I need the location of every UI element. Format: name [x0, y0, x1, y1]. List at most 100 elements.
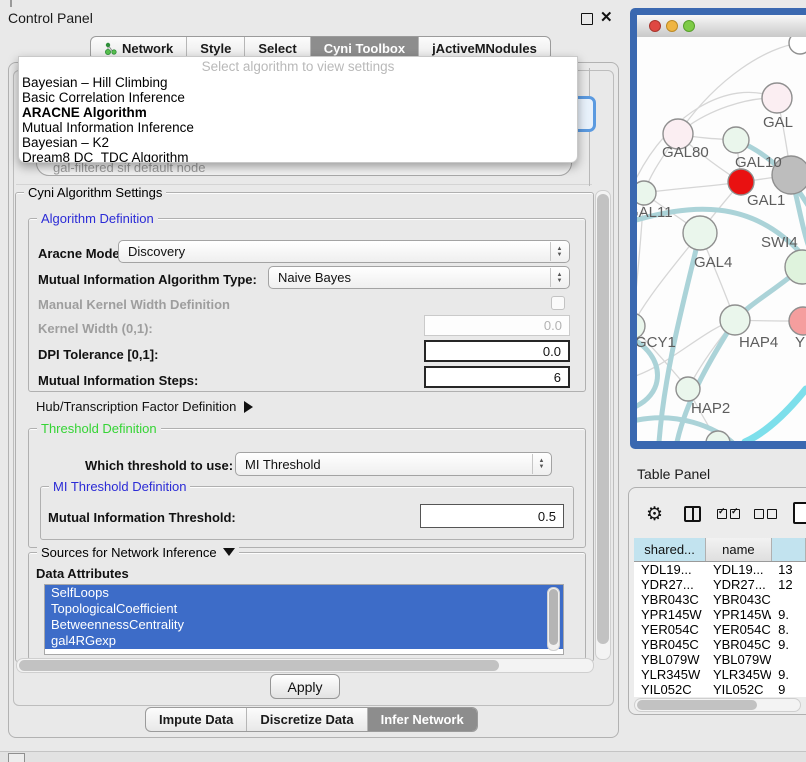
network-node-gal10[interactable] — [723, 127, 749, 153]
table-cell: YPR145W — [706, 607, 771, 622]
network-node-gal4[interactable] — [683, 216, 717, 250]
which-threshold-select[interactable]: MI Threshold ▲▼ — [235, 452, 552, 476]
gear-icon[interactable]: ⚙ — [646, 503, 663, 526]
table-row[interactable]: YDL19...YDL19...13 — [634, 562, 806, 577]
dpi-tolerance-label: DPI Tolerance [0,1]: — [38, 347, 158, 362]
network-edge[interactable] — [644, 182, 741, 193]
node-label: GAL80 — [662, 144, 709, 161]
algorithm-option[interactable]: Dream8 DC_TDC Algorithm — [19, 150, 577, 163]
apply-button[interactable]: Apply — [270, 674, 340, 699]
attribute-item[interactable]: gal4RGexp — [45, 633, 563, 649]
table-cell — [771, 592, 806, 607]
network-node-gal[interactable] — [762, 83, 792, 113]
table-row[interactable]: YIL052CYIL052C9 — [634, 682, 806, 697]
node-label: GAL4 — [694, 254, 732, 271]
table-cell: 12 — [771, 577, 806, 592]
node-label: HAP2 — [691, 400, 730, 417]
node-label: GAL1 — [747, 192, 785, 209]
table-cell: YDL19... — [634, 562, 706, 577]
screen: Control Panel ✕ NetworkStyleSelectCyni T… — [0, 0, 806, 762]
network-node-y[interactable] — [789, 307, 806, 335]
bottom-strip — [0, 751, 806, 762]
tab-impute-data[interactable]: Impute Data — [146, 708, 246, 731]
list-vscrollbar[interactable] — [547, 587, 560, 651]
unchecked-pair-icon[interactable] — [754, 509, 777, 519]
network-node-hap2[interactable] — [676, 377, 700, 401]
mi-threshold-definition-title: MI Threshold Definition — [49, 479, 190, 494]
stepper-icon: ▲▼ — [532, 454, 550, 474]
algorithm-option[interactable]: ARACNE Algorithm — [19, 105, 577, 120]
attribute-item[interactable]: BetweennessCentrality — [45, 617, 563, 633]
checked-pair-icon[interactable] — [717, 509, 740, 519]
table-cell: YDR27... — [634, 577, 706, 592]
minimize-traffic-light[interactable] — [666, 20, 678, 32]
hub-definition-expander[interactable]: Hub/Transcription Factor Definition — [36, 399, 253, 414]
table-cell: YER054C — [634, 622, 706, 637]
table-row[interactable]: YPR145WYPR145W9. — [634, 607, 806, 622]
node-table: shared...name YDL19...YDL19...13YDR27...… — [634, 538, 806, 697]
column-header[interactable] — [772, 538, 806, 561]
table-row[interactable]: YLR345WYLR345W9. — [634, 667, 806, 682]
columns-icon[interactable] — [684, 506, 701, 522]
table-cell: 13 — [771, 562, 806, 577]
kernel-width-field[interactable]: 0.0 — [424, 315, 570, 336]
node-label: SWI4 — [761, 234, 798, 251]
table-cell: YBR045C — [634, 637, 706, 652]
sources-title[interactable]: Sources for Network Inference — [37, 545, 239, 560]
table-cell: YLR345W — [634, 667, 706, 682]
network-node[interactable] — [789, 37, 806, 54]
mi-type-select[interactable]: Naive Bayes ▲▼ — [268, 266, 570, 289]
zoom-traffic-light[interactable] — [683, 20, 695, 32]
table-row[interactable]: YBR043CYBR043C — [634, 592, 806, 607]
table-cell: 9 — [771, 682, 806, 697]
attribute-item[interactable]: TopologicalCoefficient — [45, 601, 563, 617]
network-window-titlebar[interactable] — [637, 15, 806, 38]
network-edge[interactable] — [745, 389, 806, 441]
table-cell — [771, 652, 806, 667]
close-traffic-light[interactable] — [649, 20, 661, 32]
table-row[interactable]: YDR27...YDR27...12 — [634, 577, 806, 592]
node-label: Y — [795, 334, 805, 351]
data-attributes-list[interactable]: SelfLoopsTopologicalCoefficientBetweenne… — [44, 584, 564, 655]
float-window-icon[interactable] — [581, 13, 593, 25]
table-cell: YER054C — [706, 622, 771, 637]
network-node[interactable] — [706, 431, 730, 441]
settings-vscrollbar[interactable] — [595, 190, 611, 660]
aracne-mode-select[interactable]: Discovery ▲▼ — [118, 240, 570, 263]
algorithm-option[interactable]: Basic Correlation Inference — [19, 90, 577, 105]
column-header[interactable]: name — [706, 538, 771, 561]
table-row[interactable]: YER054CYER054C8. — [634, 622, 806, 637]
table-row[interactable]: YBR045CYBR045C9. — [634, 637, 806, 652]
minimized-panel-icon[interactable] — [8, 753, 25, 762]
table-cell: YDR27... — [706, 577, 771, 592]
group-title: Cyni Algorithm Settings — [24, 185, 166, 200]
threshold-definition-title: Threshold Definition — [37, 421, 161, 436]
table-cell: 9. — [771, 637, 806, 652]
table-cell: YBR045C — [706, 637, 771, 652]
which-threshold-label: Which threshold to use: — [85, 458, 233, 473]
attribute-item[interactable]: SelfLoops — [45, 585, 563, 601]
algorithm-definition-title: Algorithm Definition — [37, 211, 158, 226]
table-hscrollbar[interactable] — [634, 698, 801, 712]
network-node-hap4[interactable] — [720, 305, 750, 335]
column-header[interactable]: shared... — [634, 538, 706, 561]
table-cell: YBL079W — [706, 652, 771, 667]
table-cell: YBL079W — [634, 652, 706, 667]
dpi-tolerance-field[interactable]: 0.0 — [424, 340, 570, 362]
tab-infer-network[interactable]: Infer Network — [367, 708, 477, 731]
panel-title: Control Panel — [8, 10, 93, 26]
mi-steps-label: Mutual Information Steps: — [38, 373, 198, 388]
close-icon[interactable]: ✕ — [600, 8, 613, 26]
network-view[interactable]: GALGAL80GAL10GAL1GAL11GAL4SWI4GCY1YHAP4H… — [637, 37, 806, 441]
algorithm-option[interactable]: Bayesian – K2 — [19, 135, 577, 150]
table-row[interactable]: YBL079WYBL079W — [634, 652, 806, 667]
algorithm-option[interactable]: Mutual Information Inference — [19, 120, 577, 135]
tab-discretize-data[interactable]: Discretize Data — [246, 708, 366, 731]
network-node-gal11[interactable] — [637, 181, 656, 205]
mi-steps-field[interactable]: 6 — [424, 366, 570, 388]
settings-hscrollbar[interactable] — [16, 658, 594, 673]
manual-kernel-checkbox[interactable] — [551, 296, 565, 310]
mi-threshold-field[interactable]: 0.5 — [420, 504, 564, 528]
algorithm-option[interactable]: Bayesian – Hill Climbing — [19, 75, 577, 90]
document-icon[interactable] — [793, 502, 806, 524]
